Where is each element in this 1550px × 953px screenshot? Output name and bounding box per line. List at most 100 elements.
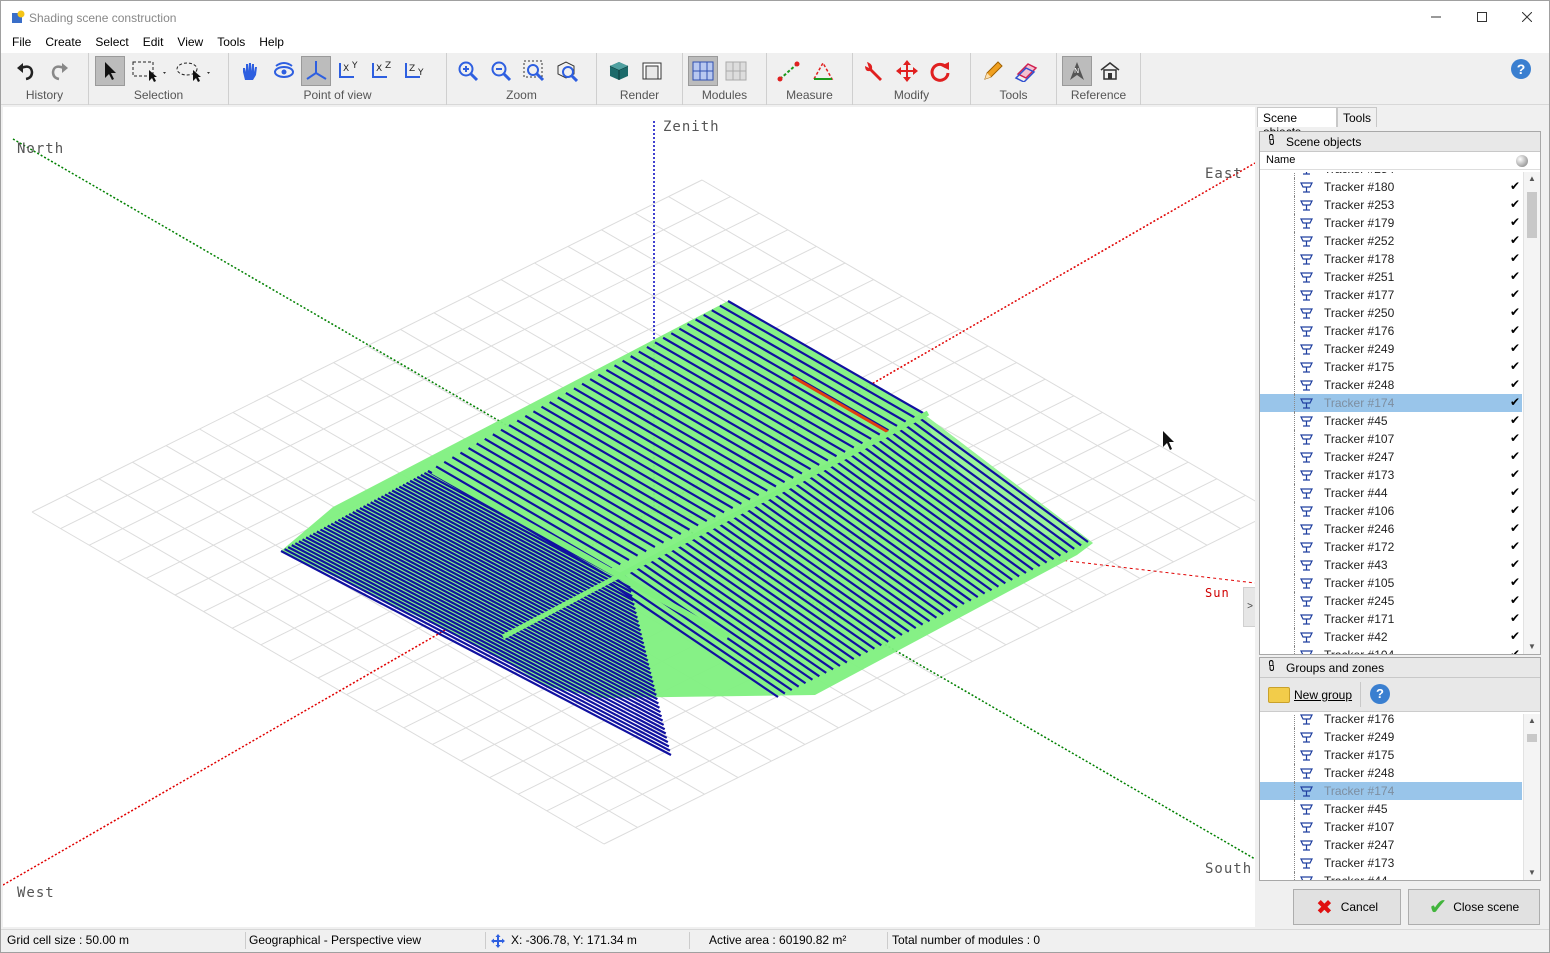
visibility-check-icon[interactable]: ✔	[1510, 449, 1520, 463]
tree-item[interactable]: Tracker #104 ✔	[1260, 646, 1522, 654]
new-group-button[interactable]: New group	[1264, 682, 1356, 708]
scroll-up-icon[interactable]: ▲	[1524, 714, 1540, 728]
tree-item[interactable]: Tracker #176	[1260, 714, 1522, 728]
tree-item[interactable]: Tracker #173	[1260, 854, 1522, 872]
groups-scrollbar[interactable]: ▲ ▼	[1523, 714, 1540, 880]
redo-button[interactable]	[44, 56, 74, 86]
tree-item[interactable]: Tracker #251 ✔	[1260, 268, 1522, 286]
tree-item[interactable]: Tracker #180 ✔	[1260, 178, 1522, 196]
rectangle-select-button[interactable]	[129, 56, 169, 86]
render-wireframe-button[interactable]	[637, 56, 667, 86]
measure-distance-button[interactable]	[774, 56, 804, 86]
tool-pencil-button[interactable]	[978, 56, 1008, 86]
visibility-check-icon[interactable]: ✔	[1510, 431, 1520, 445]
visibility-check-icon[interactable]: ✔	[1510, 503, 1520, 517]
menu-help[interactable]: Help	[252, 33, 291, 53]
visibility-check-icon[interactable]: ✔	[1510, 593, 1520, 607]
measure-angle-button[interactable]	[808, 56, 838, 86]
menu-file[interactable]: File	[5, 33, 38, 53]
tree-item[interactable]: Tracker #177 ✔	[1260, 286, 1522, 304]
tree-item[interactable]: Tracker #45	[1260, 800, 1522, 818]
tree-item[interactable]: Tracker #178 ✔	[1260, 250, 1522, 268]
visibility-check-icon[interactable]: ✔	[1510, 611, 1520, 625]
tree-item[interactable]: Tracker #249 ✔	[1260, 340, 1522, 358]
tree-item[interactable]: Tracker #175	[1260, 746, 1522, 764]
visibility-check-icon[interactable]: ✔	[1510, 215, 1520, 229]
reference-house-button[interactable]	[1095, 56, 1125, 86]
reference-north-button[interactable]: N	[1062, 56, 1092, 86]
tree-item[interactable]: Tracker #172 ✔	[1260, 538, 1522, 556]
visibility-check-icon[interactable]: ✔	[1510, 485, 1520, 499]
tree-item[interactable]: Tracker #107 ✔	[1260, 430, 1522, 448]
tree-item[interactable]: Tracker #179 ✔	[1260, 214, 1522, 232]
tree-item[interactable]: Tracker #246 ✔	[1260, 520, 1522, 538]
orbit-button[interactable]	[269, 56, 299, 86]
tree-item[interactable]: Tracker #174 ✔	[1260, 394, 1522, 412]
visibility-check-icon[interactable]: ✔	[1510, 341, 1520, 355]
groups-zones-header[interactable]: ⩉ Groups and zones	[1260, 658, 1540, 678]
menu-edit[interactable]: Edit	[136, 33, 171, 53]
tree-item[interactable]: Tracker #174	[1260, 782, 1522, 800]
visibility-check-icon[interactable]: ✔	[1510, 233, 1520, 247]
perspective-view-button[interactable]	[301, 56, 331, 86]
visibility-check-icon[interactable]: ✔	[1510, 287, 1520, 301]
scene-canvas[interactable]	[3, 107, 1255, 927]
maximize-button[interactable]	[1459, 1, 1505, 33]
tree-item[interactable]: Tracker #249	[1260, 728, 1522, 746]
view-xz-button[interactable]: ZX	[367, 56, 397, 86]
visibility-check-icon[interactable]: ✔	[1510, 539, 1520, 553]
visibility-check-icon[interactable]: ✔	[1510, 647, 1520, 654]
close-button[interactable]	[1504, 1, 1550, 33]
visibility-check-icon[interactable]: ✔	[1510, 413, 1520, 427]
tree-item[interactable]: Tracker #105 ✔	[1260, 574, 1522, 592]
visibility-check-icon[interactable]: ✔	[1510, 521, 1520, 535]
zoom-in-button[interactable]	[453, 56, 483, 86]
visibility-check-icon[interactable]: ✔	[1510, 395, 1520, 409]
zoom-window-button[interactable]	[519, 56, 549, 86]
scroll-up-icon[interactable]: ▲	[1524, 172, 1540, 186]
tree-item[interactable]: Tracker #253 ✔	[1260, 196, 1522, 214]
tool-eraser-button[interactable]	[1011, 56, 1041, 86]
tree-item[interactable]: Tracker #44 ✔	[1260, 484, 1522, 502]
select-pointer-button[interactable]	[95, 56, 125, 86]
minimize-button[interactable]	[1413, 1, 1459, 33]
scene-viewport[interactable]: North Zenith East Sun West South >	[3, 107, 1255, 927]
visibility-check-icon[interactable]: ✔	[1510, 575, 1520, 589]
scroll-thumb[interactable]	[1527, 192, 1537, 238]
modify-edit-button[interactable]	[859, 56, 889, 86]
scene-objects-header[interactable]: ⩉ Scene objects	[1260, 132, 1540, 152]
visibility-check-icon[interactable]: ✔	[1510, 179, 1520, 193]
tree-item[interactable]: Tracker #173 ✔	[1260, 466, 1522, 484]
tree-item[interactable]: Tracker #45 ✔	[1260, 412, 1522, 430]
close-scene-button[interactable]: ✔ Close scene	[1408, 889, 1540, 925]
menu-create[interactable]: Create	[38, 33, 88, 53]
visibility-check-icon[interactable]: ✔	[1510, 251, 1520, 265]
help-icon[interactable]: ?	[1511, 59, 1531, 79]
menu-tools[interactable]: Tools	[210, 33, 252, 53]
tree-item[interactable]: Tracker #106 ✔	[1260, 502, 1522, 520]
undo-button[interactable]	[11, 56, 41, 86]
zoom-out-button[interactable]	[486, 56, 516, 86]
tree-item[interactable]: Tracker #247	[1260, 836, 1522, 854]
tree-item[interactable]: Tracker #250 ✔	[1260, 304, 1522, 322]
help-icon[interactable]: ?	[1370, 684, 1390, 704]
menu-select[interactable]: Select	[88, 33, 135, 53]
scroll-down-icon[interactable]: ▼	[1524, 866, 1540, 880]
tree-item[interactable]: Tracker #248 ✔	[1260, 376, 1522, 394]
tree-item[interactable]: Tracker #42 ✔	[1260, 628, 1522, 646]
tree-item[interactable]: Tracker #247 ✔	[1260, 448, 1522, 466]
tree-item[interactable]: Tracker #171 ✔	[1260, 610, 1522, 628]
visibility-check-icon[interactable]: ✔	[1510, 557, 1520, 571]
modify-move-button[interactable]	[892, 56, 922, 86]
column-header-name[interactable]: Name	[1260, 152, 1540, 170]
visibility-check-icon[interactable]: ✔	[1510, 269, 1520, 283]
tab-scene-objects[interactable]: Scene objects	[1257, 107, 1337, 139]
tree-item[interactable]: Tracker #252 ✔	[1260, 232, 1522, 250]
visibility-check-icon[interactable]: ✔	[1510, 172, 1520, 175]
zoom-extents-button[interactable]	[552, 56, 582, 86]
tree-item[interactable]: Tracker #43 ✔	[1260, 556, 1522, 574]
modify-rotate-button[interactable]	[925, 56, 955, 86]
tree-item[interactable]: Tracker #248	[1260, 764, 1522, 782]
visibility-check-icon[interactable]: ✔	[1510, 197, 1520, 211]
view-xy-button[interactable]: YX	[334, 56, 364, 86]
